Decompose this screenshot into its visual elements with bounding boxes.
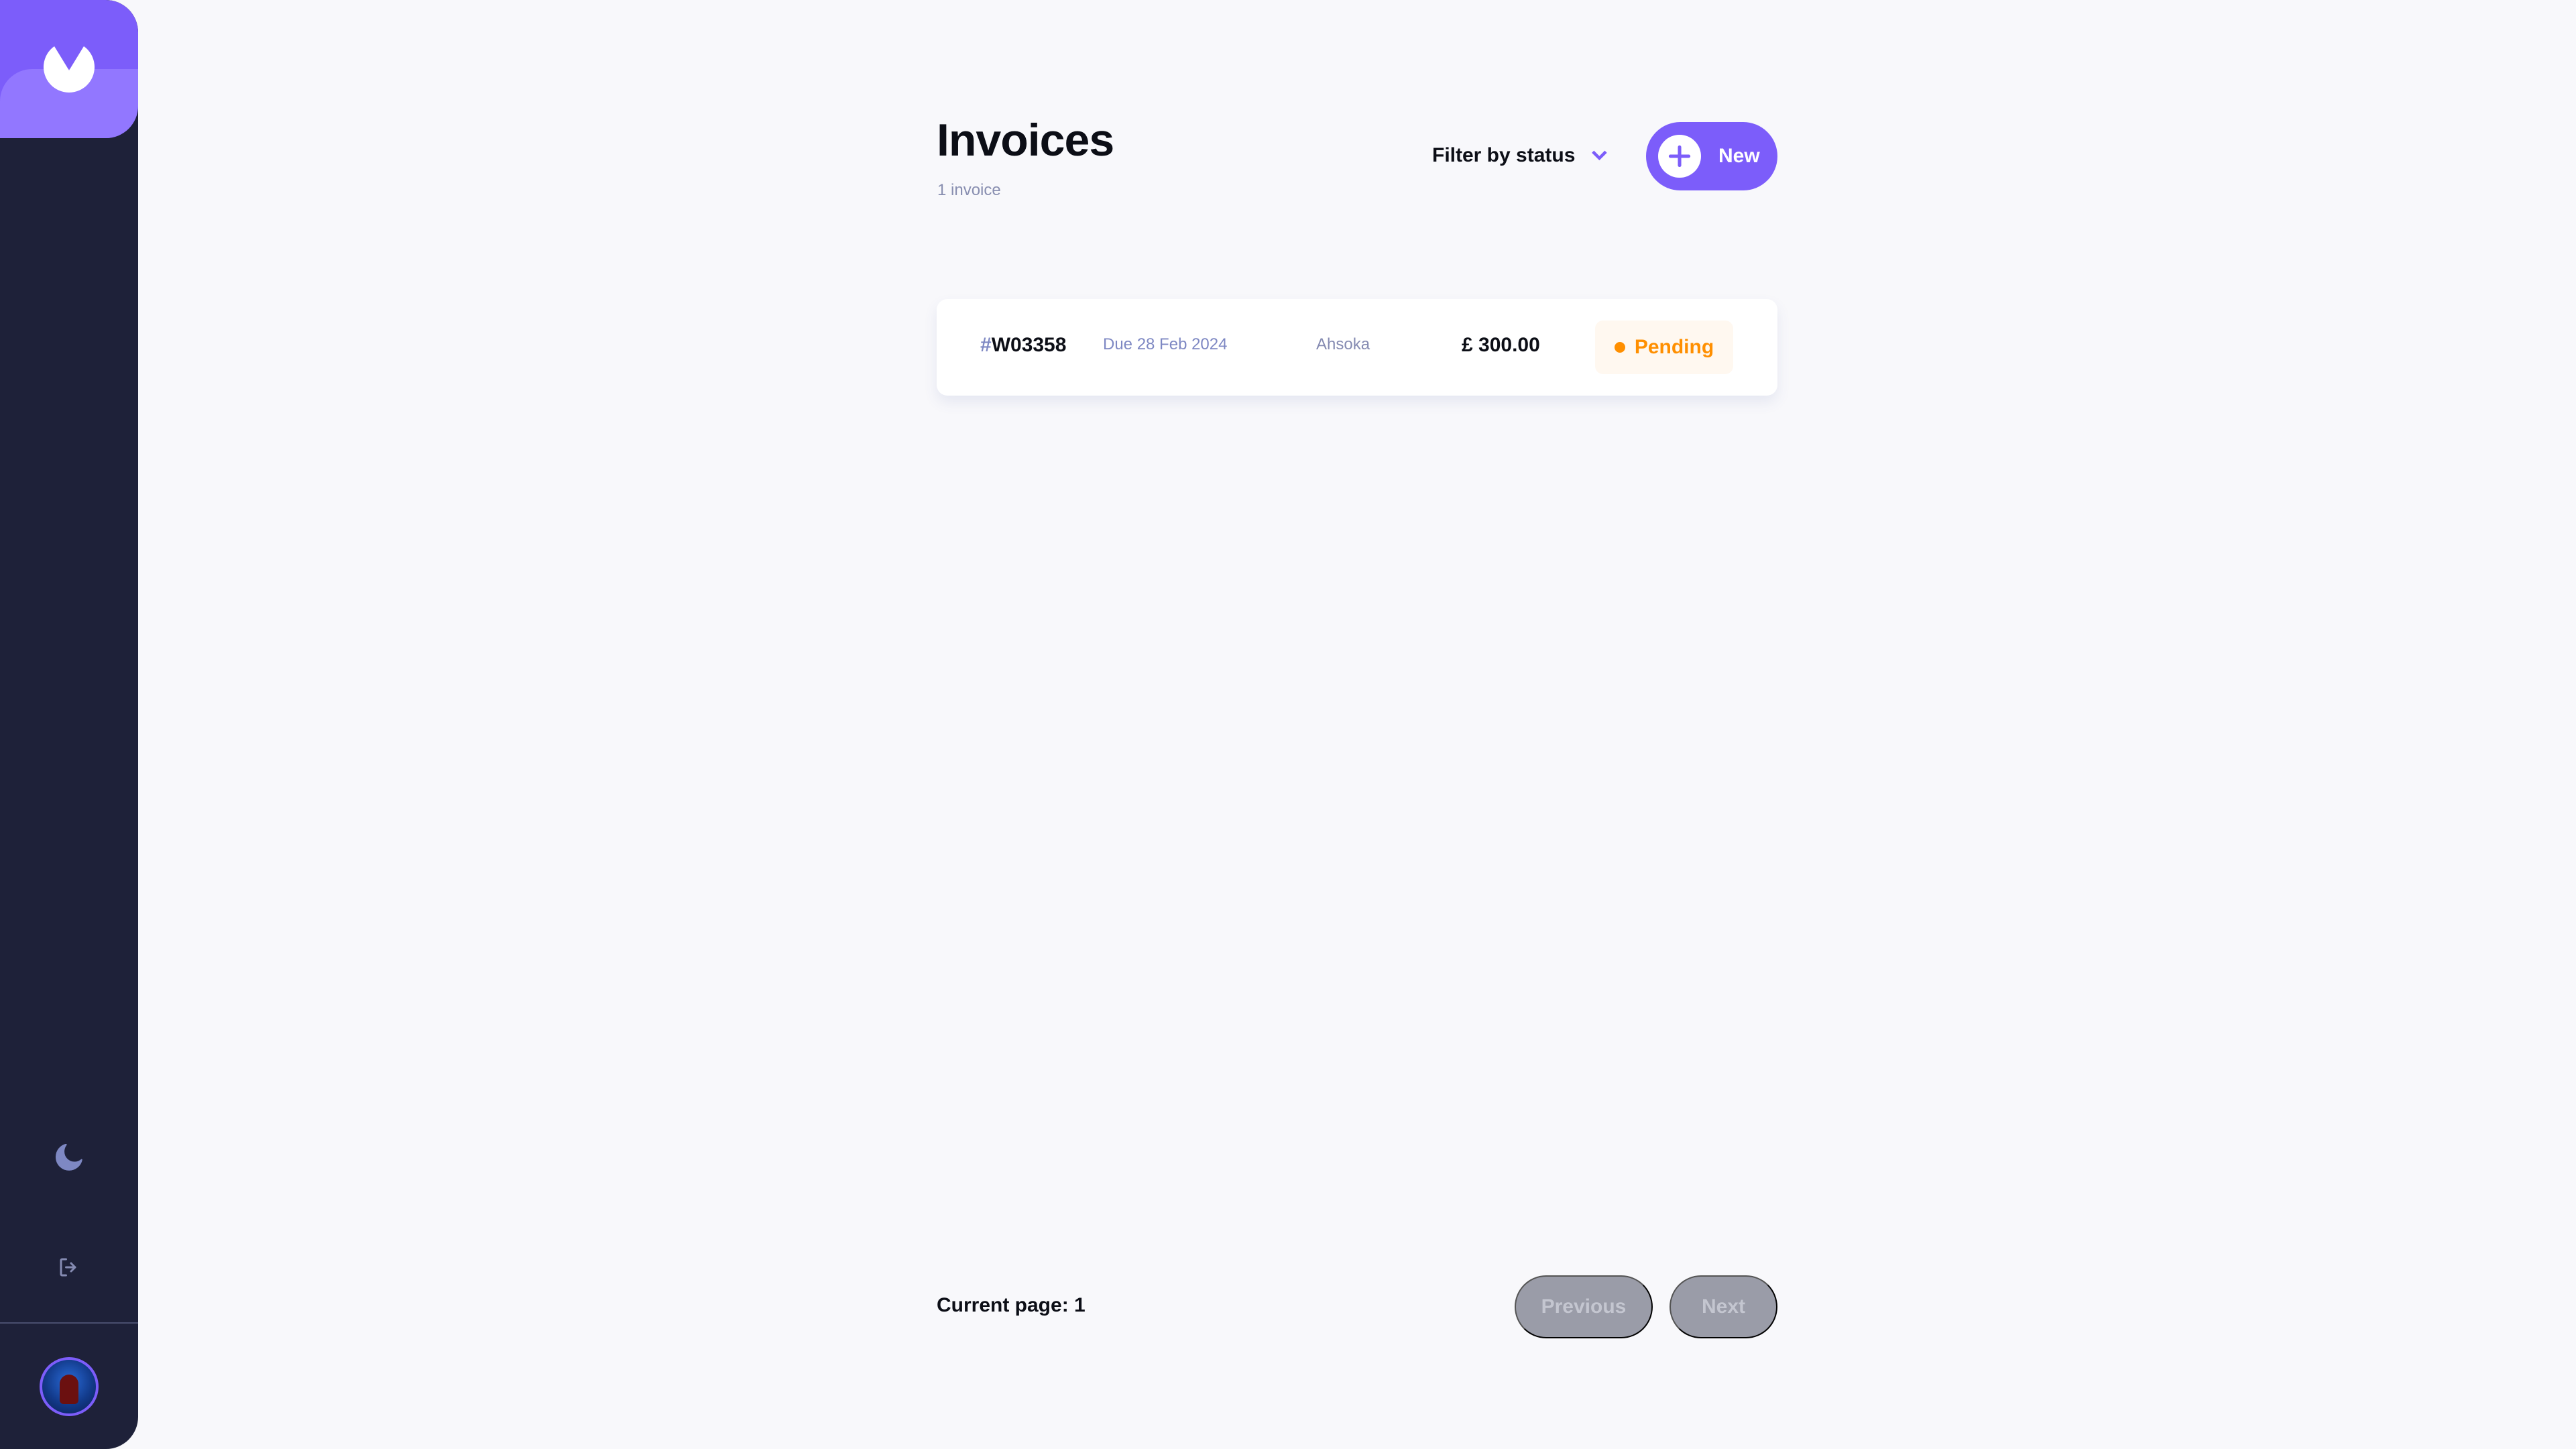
avatar-figure [60, 1375, 78, 1404]
chevron-down-icon [1592, 150, 1608, 161]
avatar[interactable] [40, 1357, 99, 1416]
invoice-count: 1 invoice [937, 181, 1001, 199]
new-button-label: New [1718, 145, 1760, 167]
invoice-id-value: W03358 [991, 334, 1067, 356]
invoice-client: Ahsoka [1316, 335, 1370, 353]
filter-label: Filter by status [1432, 144, 1576, 166]
logout-button[interactable] [52, 1250, 86, 1285]
status-label: Pending [1634, 336, 1714, 358]
invoice-amount: £ 300.00 [1462, 334, 1540, 356]
logout-icon [60, 1258, 76, 1277]
plus-icon [1668, 145, 1691, 168]
page-title: Invoices [937, 115, 1114, 166]
filter-by-status-dropdown[interactable]: Filter by status [1432, 142, 1608, 169]
status-dot-icon [1614, 342, 1625, 353]
new-invoice-button[interactable]: New [1646, 122, 1777, 190]
sidebar-divider [0, 1322, 138, 1324]
previous-page-button[interactable]: Previous [1515, 1275, 1653, 1338]
current-page-indicator: Current page: 1 [937, 1294, 1086, 1316]
logo-icon [44, 46, 95, 93]
theme-toggle-button[interactable] [52, 1140, 86, 1175]
moon-icon [56, 1144, 82, 1171]
invoice-due-date: Due 28 Feb 2024 [1103, 335, 1228, 353]
sidebar [0, 0, 138, 1449]
next-page-button[interactable]: Next [1670, 1275, 1777, 1338]
plus-circle [1658, 135, 1701, 178]
invoice-id-hash: # [980, 334, 992, 356]
invoice-row[interactable]: #W03358 Due 28 Feb 2024 Ahsoka £ 300.00 … [937, 299, 1777, 396]
status-badge: Pending [1595, 321, 1733, 374]
logo[interactable] [0, 0, 138, 138]
invoice-id: #W03358 [980, 334, 1066, 357]
